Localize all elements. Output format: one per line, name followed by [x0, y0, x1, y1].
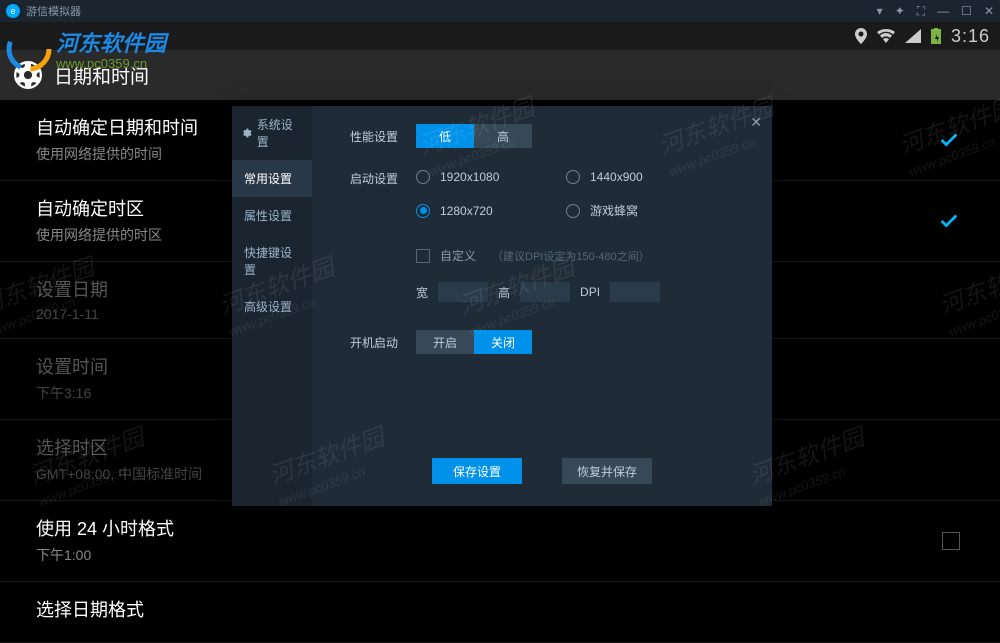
checkbox-icon[interactable]: [942, 532, 960, 550]
window-title: 游信模拟器: [26, 3, 877, 19]
page-header: 日期和时间: [0, 50, 1000, 100]
android-statusbar: 3:16: [0, 22, 1000, 50]
tab-general[interactable]: 常用设置: [232, 160, 312, 197]
gear-icon: [240, 127, 252, 139]
radio-game[interactable]: 游戏蜂窝: [566, 202, 716, 219]
label-custom: 自定义: [440, 247, 476, 264]
radio-icon: [566, 204, 580, 218]
dialog-title: 系统设置: [257, 116, 304, 150]
label-dpi: DPI: [580, 285, 600, 299]
close-icon[interactable]: ✕: [984, 4, 994, 19]
tab-advanced[interactable]: 高级设置: [232, 288, 312, 325]
save-button[interactable]: 保存设置: [432, 458, 522, 484]
label-width: 宽: [416, 284, 428, 301]
input-height[interactable]: [520, 282, 570, 302]
radio-1440[interactable]: 1440x900: [566, 170, 716, 184]
label-autostart: 开机启动: [334, 334, 398, 351]
input-dpi[interactable]: [610, 282, 660, 302]
system-settings-dialog: 系统设置 常用设置 属性设置 快捷键设置 高级设置 ✕ 性能设置 低 高 启动设…: [232, 106, 772, 506]
seg-on[interactable]: 开启: [416, 330, 474, 354]
dialog-footer: 保存设置 恢复并保存: [334, 458, 750, 492]
setting-sub: 下午1:00: [36, 545, 964, 565]
seg-low[interactable]: 低: [416, 124, 474, 148]
minimize-icon[interactable]: —: [937, 4, 949, 19]
checkbox-icon[interactable]: [416, 249, 430, 263]
row-performance: 性能设置 低 高: [334, 124, 750, 148]
tab-attributes[interactable]: 属性设置: [232, 197, 312, 234]
page-title: 日期和时间: [54, 62, 149, 89]
setting-title: 使用 24 小时格式: [36, 515, 964, 541]
gear-icon: [14, 61, 42, 89]
setting-24h[interactable]: 使用 24 小时格式 下午1:00: [0, 501, 1000, 582]
dropdown-icon[interactable]: ▾: [877, 4, 883, 19]
dialog-sidebar-header: 系统设置: [232, 106, 312, 160]
radio-1920[interactable]: 1920x1080: [416, 170, 566, 184]
battery-icon: [931, 28, 941, 44]
radio-icon: [566, 170, 580, 184]
app-logo-icon: e: [6, 4, 20, 18]
location-icon: [855, 28, 867, 44]
radio-1280[interactable]: 1280x720: [416, 202, 566, 219]
label-performance: 性能设置: [334, 128, 398, 145]
label-startup: 启动设置: [334, 170, 398, 187]
seg-high[interactable]: 高: [474, 124, 532, 148]
check-icon: [938, 129, 960, 151]
dialog-body: ✕ 性能设置 低 高 启动设置 1920x1080 1440x900 1280x…: [312, 106, 772, 506]
seg-off[interactable]: 关闭: [474, 330, 532, 354]
setting-date-format[interactable]: 选择日期格式: [0, 582, 1000, 643]
clock-time: 3:16: [951, 26, 990, 47]
maximize-icon[interactable]: ☐: [961, 4, 972, 19]
pin-icon[interactable]: ✦: [895, 4, 905, 19]
row-startup: 启动设置 1920x1080 1440x900 1280x720 游戏蜂窝: [334, 170, 750, 219]
restore-button[interactable]: 恢复并保存: [562, 458, 652, 484]
wifi-icon: [877, 29, 895, 43]
hint-dpi: （建议DPI设定为150-480之间）: [492, 248, 650, 264]
row-dimensions: 宽 高 DPI: [416, 282, 750, 302]
radio-icon: [416, 170, 430, 184]
fullscreen-icon[interactable]: ⛶: [917, 4, 925, 19]
radio-icon: [416, 204, 430, 218]
label-height: 高: [498, 284, 510, 301]
signal-icon: [905, 29, 921, 43]
window-titlebar: e 游信模拟器 ▾ ✦ ⛶ — ☐ ✕: [0, 0, 1000, 22]
setting-title: 选择日期格式: [36, 596, 964, 622]
check-icon: [938, 210, 960, 232]
close-icon[interactable]: ✕: [750, 114, 762, 131]
row-custom[interactable]: 自定义 （建议DPI设定为150-480之间）: [416, 247, 750, 264]
input-width[interactable]: [438, 282, 488, 302]
tab-shortcuts[interactable]: 快捷键设置: [232, 234, 312, 288]
row-autostart: 开机启动 开启 关闭: [334, 330, 750, 354]
dialog-sidebar: 系统设置 常用设置 属性设置 快捷键设置 高级设置: [232, 106, 312, 506]
